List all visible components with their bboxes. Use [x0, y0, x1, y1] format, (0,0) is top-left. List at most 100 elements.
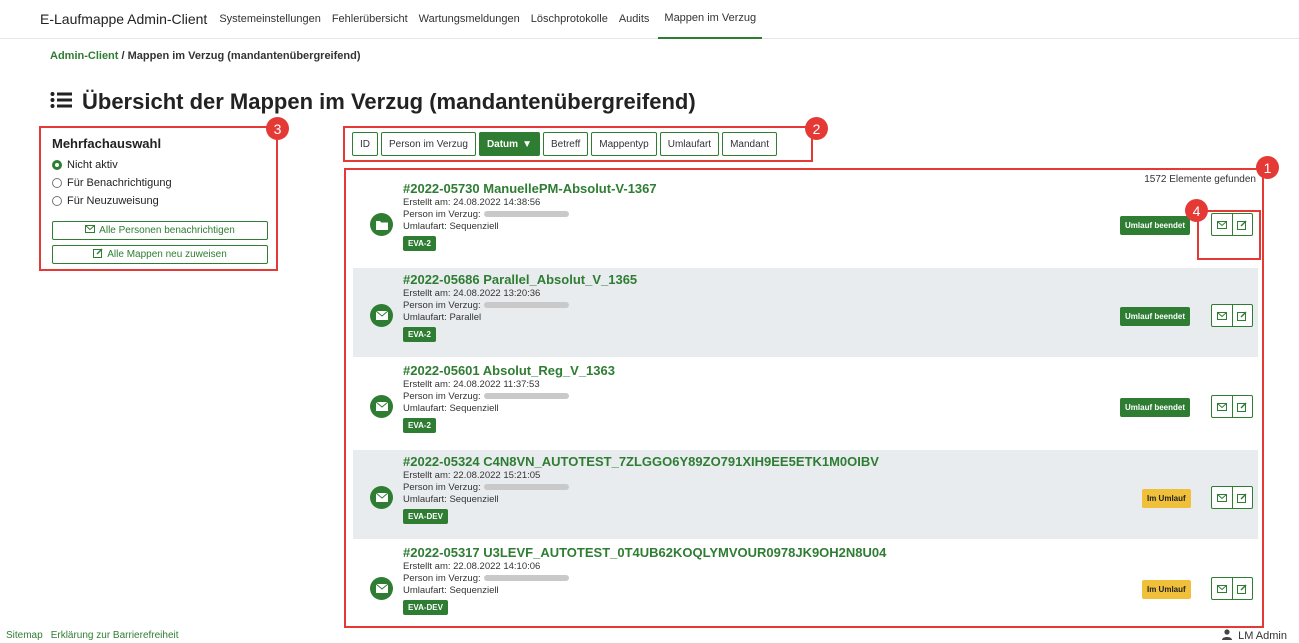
item-actions	[1211, 486, 1253, 509]
mandant-tag: EVA-DEV	[403, 509, 448, 524]
item-actions	[1211, 395, 1253, 418]
nav-loeschprotokolle[interactable]: Löschprotokolle	[529, 0, 610, 39]
status-badge: Umlauf beendet	[1120, 307, 1191, 326]
item-title[interactable]: #2022-05324 C4N8VN_AUTOTEST_7ZLGGO6Y89ZO…	[403, 454, 879, 470]
item-created: Erstellt am: 24.08.2022 13:20:36	[403, 288, 541, 299]
blurred-email	[483, 211, 569, 218]
sitemap-link[interactable]: Sitemap	[6, 630, 43, 641]
reassign-button[interactable]	[1233, 396, 1253, 417]
edit-icon	[93, 248, 103, 261]
actions-highlight	[1197, 210, 1261, 260]
item-created: Erstellt am: 24.08.2022 14:38:56	[403, 197, 541, 208]
list-item: #2022-05686 Parallel_Absolut_V_1365 Erst…	[353, 268, 1258, 357]
user-menu[interactable]: LM Admin	[1222, 629, 1287, 643]
item-person: Person im Verzug:	[403, 482, 879, 494]
radio-selected-icon[interactable]	[52, 160, 62, 170]
blurred-email	[483, 393, 569, 400]
list-icon	[50, 89, 72, 115]
reassign-all-button[interactable]: Alle Mappen neu zuweisen	[52, 245, 268, 264]
list-item: #2022-05601 Absolut_Reg_V_1363 Erstellt …	[353, 359, 1258, 448]
edit-icon	[1237, 311, 1247, 321]
breadcrumb-root[interactable]: Admin-Client	[50, 50, 118, 62]
envelope-icon	[85, 225, 96, 236]
sort-person-button[interactable]: Person im Verzug	[381, 132, 476, 156]
envelope-icon	[370, 486, 393, 509]
item-created: Erstellt am: 24.08.2022 11:37:53	[403, 379, 540, 390]
user-name: LM Admin	[1238, 630, 1287, 642]
app-title[interactable]: E-Laufmappe Admin-Client	[40, 11, 207, 27]
reassign-button[interactable]	[1233, 578, 1253, 599]
radio-nicht-aktiv[interactable]: Nicht aktiv	[52, 156, 265, 174]
notify-button[interactable]	[1212, 396, 1233, 417]
callout-4: 4	[1185, 199, 1208, 222]
sort-id-button[interactable]: ID	[352, 132, 378, 156]
blurred-email	[483, 302, 569, 309]
blurred-email	[483, 484, 569, 491]
edit-icon	[1237, 584, 1247, 594]
sort-mandant-button[interactable]: Mandant	[722, 132, 778, 156]
breadcrumb: Admin-Client / Mappen im Verzug (mandant…	[50, 50, 361, 62]
folder-icon	[370, 213, 393, 236]
nav-wartungsmeldungen[interactable]: Wartungsmeldungen	[417, 0, 522, 39]
notify-all-button[interactable]: Alle Personen benachrichtigen	[52, 221, 268, 240]
sort-mappentyp-button[interactable]: Mappentyp	[591, 132, 657, 156]
sort-datum-button[interactable]: Datum ▼	[478, 132, 540, 156]
page-title: Übersicht der Mappen im Verzug (mandante…	[82, 89, 696, 114]
multi-select-heading: Mehrfachauswahl	[52, 136, 162, 151]
item-created: Erstellt am: 22.08.2022 15:21:05	[403, 470, 541, 481]
footer: Sitemap Erklärung zur Barrierefreiheit	[0, 628, 1299, 643]
item-person: Person im Verzug:	[403, 391, 615, 403]
sort-betreff-button[interactable]: Betreff	[542, 132, 589, 156]
sort-umlaufart-button[interactable]: Umlaufart	[659, 132, 720, 156]
notify-button[interactable]	[1212, 305, 1233, 326]
item-created: Erstellt am: 22.08.2022 14:10:06	[403, 561, 541, 572]
item-title[interactable]: #2022-05317 U3LEVF_AUTOTEST_0T4UB62KOQLY…	[403, 545, 886, 561]
envelope-icon	[370, 577, 393, 600]
list-item: #2022-05317 U3LEVF_AUTOTEST_0T4UB62KOQLY…	[353, 541, 1258, 630]
radio-icon[interactable]	[52, 196, 62, 206]
radio-fuer-neuzuweisung[interactable]: Für Neuzuweisung	[52, 192, 265, 210]
multi-select-panel: Mehrfachauswahl Nicht aktiv Für Benachri…	[39, 126, 278, 271]
caret-down-icon: ▼	[522, 138, 532, 150]
edit-icon	[1237, 493, 1247, 503]
radio-fuer-benachrichtigung[interactable]: Für Benachrichtigung	[52, 174, 265, 192]
sort-toolbar: ID Person im Verzug Datum ▼ Betreff Mappe…	[343, 126, 813, 162]
item-title[interactable]: #2022-05730 ManuellePM-Absolut-V-1367	[403, 181, 657, 197]
mandant-tag: EVA-DEV	[403, 600, 448, 615]
mandant-tag: EVA-2	[403, 327, 436, 342]
nav-fehleruebersicht[interactable]: Fehlerübersicht	[330, 0, 410, 39]
reassign-button[interactable]	[1233, 487, 1253, 508]
list-item: #2022-05730 ManuellePM-Absolut-V-1367 Er…	[353, 177, 1258, 266]
nav-audits[interactable]: Audits	[617, 0, 652, 39]
envelope-icon	[1216, 311, 1227, 320]
radio-icon[interactable]	[52, 178, 62, 188]
item-person: Person im Verzug:	[403, 209, 657, 221]
item-umlaufart: Umlaufart: Sequenziell	[403, 221, 499, 232]
envelope-icon	[1216, 493, 1227, 502]
mandant-tag: EVA-2	[403, 418, 436, 433]
envelope-icon	[370, 395, 393, 418]
nav-systemeinstellungen[interactable]: Systemeinstellungen	[217, 0, 323, 39]
item-umlaufart: Umlaufart: Parallel	[403, 312, 482, 323]
notify-button[interactable]	[1212, 487, 1233, 508]
item-title[interactable]: #2022-05686 Parallel_Absolut_V_1365	[403, 272, 637, 288]
breadcrumb-separator: /	[121, 50, 125, 62]
envelope-icon	[1216, 584, 1227, 593]
top-navbar: E-Laufmappe Admin-Client Systemeinstellu…	[0, 0, 1299, 39]
blurred-email	[483, 575, 569, 582]
item-umlaufart: Umlaufart: Sequenziell	[403, 403, 499, 414]
item-umlaufart: Umlaufart: Sequenziell	[403, 585, 499, 596]
callout-1: 1	[1256, 156, 1279, 179]
notify-button[interactable]	[1212, 578, 1233, 599]
reassign-button[interactable]	[1233, 305, 1253, 326]
status-badge: Umlauf beendet	[1120, 398, 1191, 417]
envelope-icon	[370, 304, 393, 327]
breadcrumb-current: Mappen im Verzug (mandantenübergreifend)	[127, 50, 361, 62]
item-person: Person im Verzug:	[403, 300, 637, 312]
results-list: 1572 Elemente gefunden #2022-05730 Manue…	[344, 168, 1264, 628]
callout-3: 3	[266, 117, 289, 140]
callout-2: 2	[805, 117, 828, 140]
accessibility-link[interactable]: Erklärung zur Barrierefreiheit	[51, 630, 179, 641]
nav-mappen-im-verzug[interactable]: Mappen im Verzug	[658, 0, 763, 39]
item-title[interactable]: #2022-05601 Absolut_Reg_V_1363	[403, 363, 615, 379]
